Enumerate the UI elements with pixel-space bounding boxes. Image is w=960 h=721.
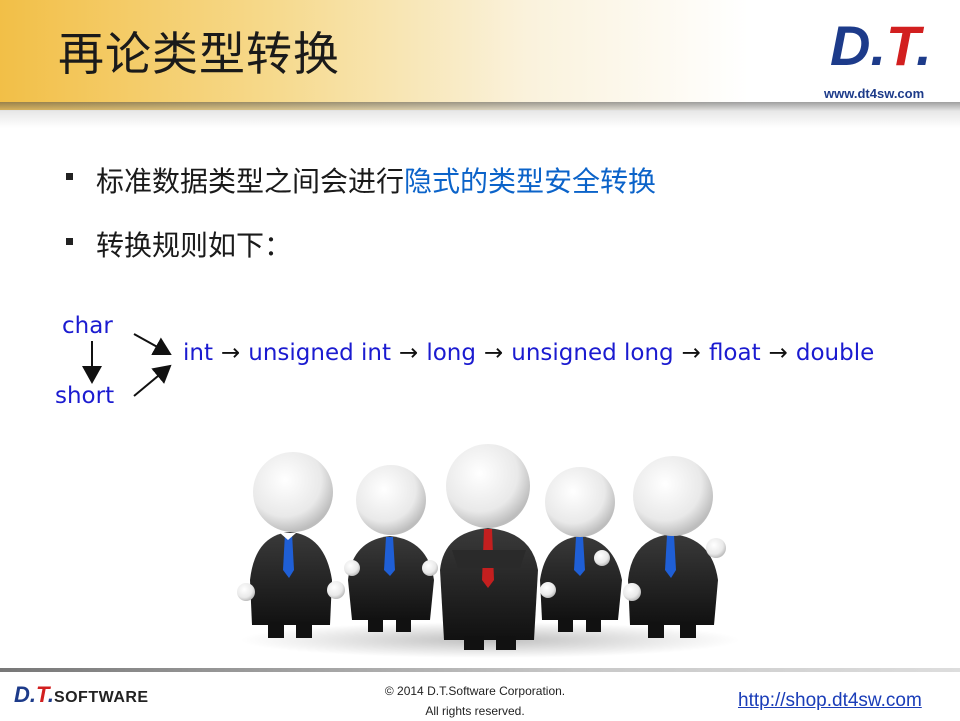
arrow-right-icon: → [221,340,241,366]
type-float: float [708,340,761,366]
businessman-figure [540,467,622,632]
type-long: long [426,340,476,366]
copyright-line-1: © 2014 D.T.Software Corporation. [384,684,566,698]
copyright-line-2: All rights reserved. [425,704,525,718]
footer-logo: D.T.Software [14,682,149,707]
businessman-figure [344,465,438,632]
copyright: © 2014 D.T.Software Corporation. All rig… [330,681,620,721]
businessman-figure [623,456,726,638]
footer-divider [0,668,960,672]
type-short: short [55,383,115,409]
type-double: double [795,340,875,366]
businessman-figure [440,444,538,650]
conversion-chain: int → unsigned int → long → unsigned long → floa… [183,340,874,366]
type-int: int [183,340,213,366]
short-to-int-arrow [133,364,172,397]
arrow-right-icon: → [768,340,788,366]
shop-link[interactable]: http://shop.dt4sw.com [738,690,922,712]
type-unsigned-int: unsigned int [248,340,392,366]
businessman-figure [237,452,345,638]
arrow-right-icon: → [681,340,701,366]
type-unsigned-long: unsigned long [511,340,674,366]
arrow-right-icon: → [483,340,504,366]
type-char: char [62,313,113,339]
char-to-int-arrow [133,333,172,355]
arrow-right-icon: → [399,340,419,366]
businessmen-group-illustration [237,444,740,658]
